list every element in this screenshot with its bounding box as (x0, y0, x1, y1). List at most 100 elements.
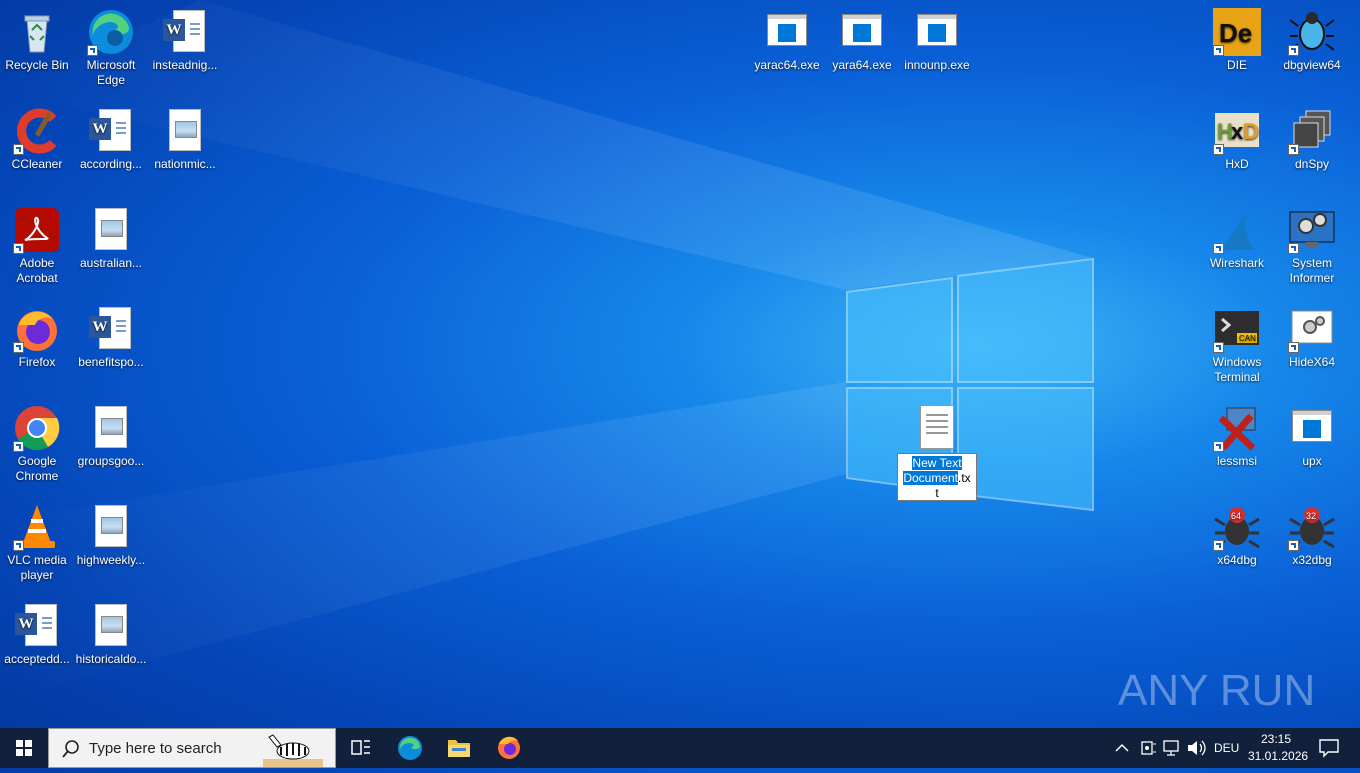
image-file-icon (161, 107, 209, 155)
desktop-icon-die[interactable]: De DIE (1200, 8, 1274, 73)
desktop-icon-x32dbg[interactable]: 32 x32dbg (1275, 503, 1349, 568)
tray-clock-time[interactable]: 23:15 (1261, 732, 1291, 746)
new-text-document-icon-wrap[interactable] (900, 405, 974, 449)
desktop-icon-yarac64[interactable]: yarac64.exe (750, 8, 824, 73)
desktop-icon-firefox[interactable]: Firefox (0, 305, 74, 370)
word-doc-icon: W (13, 602, 61, 650)
edge-icon (398, 736, 422, 760)
anyrun-watermark: ANY RUN (1118, 655, 1318, 726)
desktop-icon-microsoft-edge[interactable]: Microsoft Edge (74, 8, 148, 88)
watermark-text: ANY RUN (1118, 666, 1315, 715)
desktop-icon-lessmsi[interactable]: lessmsi (1200, 404, 1274, 469)
system-informer-icon (1288, 206, 1336, 254)
svg-text:32: 32 (1306, 511, 1316, 521)
desktop-icon-system-informer[interactable]: System Informer (1275, 206, 1349, 286)
exe-icon (763, 8, 811, 56)
exe-icon (913, 8, 961, 56)
rename-selected-text: New Text Document (903, 456, 962, 485)
tray-show-hidden-icons-button[interactable] (1110, 728, 1134, 768)
desktop-icon-windows-terminal[interactable]: CAN Windows Terminal (1200, 305, 1274, 385)
tray-network-button[interactable] (1160, 728, 1184, 768)
lessmsi-icon (1213, 404, 1261, 452)
desktop-icon-google-chrome[interactable]: Google Chrome (0, 404, 74, 484)
search-placeholder: Type here to search (89, 740, 222, 757)
exe-icon (1288, 404, 1336, 452)
desktop-icon-adobe-acrobat[interactable]: Adobe Acrobat (0, 206, 74, 286)
desktop-icon-innounp[interactable]: innounp.exe (900, 8, 974, 73)
desktop-icon-hidex64[interactable]: HideX64 (1275, 305, 1349, 370)
network-icon (1163, 740, 1179, 756)
word-doc-icon: W (87, 107, 135, 155)
taskbar-file-explorer-button[interactable] (435, 728, 483, 768)
desktop-icon-insteadnig[interactable]: W insteadnig... (148, 8, 222, 73)
svg-text:CAN: CAN (1239, 334, 1256, 343)
ccleaner-icon (13, 107, 61, 155)
desktop-icon-upx[interactable]: upx (1275, 404, 1349, 469)
image-file-icon (87, 602, 135, 650)
volume-icon (1188, 740, 1206, 756)
start-button[interactable] (0, 728, 48, 768)
desktop-icon-australian[interactable]: australian... (74, 206, 148, 271)
windows-start-icon (16, 740, 32, 756)
desktop-icon-wireshark[interactable]: Wireshark (1200, 206, 1274, 271)
word-doc-icon: W (161, 8, 209, 56)
tray-volume-button[interactable] (1184, 728, 1208, 768)
desktop-icon-highweekly[interactable]: highweekly... (74, 503, 148, 568)
tray-language[interactable]: DEU (1214, 741, 1239, 755)
desktop-icon-according[interactable]: W according... (74, 107, 148, 172)
desktop-icon-vlc[interactable]: VLC media player (0, 503, 74, 583)
taskbar: Type here to search DEU 23:15 31.01.2026 (0, 728, 1360, 768)
desktop-icon-ccleaner[interactable]: CCleaner (0, 107, 74, 172)
rename-ext-wrap: t (935, 486, 939, 500)
x32dbg-icon: 32 (1288, 503, 1336, 551)
rename-ext-part: .tx (958, 471, 971, 485)
chevron-up-icon (1115, 743, 1129, 752)
desktop-icon-x64dbg[interactable]: 64 x64dbg (1200, 503, 1274, 568)
taskbar-firefox-button[interactable] (485, 728, 533, 768)
notification-center-button[interactable] (1306, 728, 1354, 768)
tray-device-button[interactable] (1136, 728, 1160, 768)
rename-textbox[interactable]: New Text Document.tx t (897, 453, 977, 501)
firefox-icon (498, 736, 520, 759)
desktop-icon-recycle-bin[interactable]: Recycle Bin (0, 8, 74, 73)
desktop-icon-yara64[interactable]: yara64.exe (825, 8, 899, 73)
desktop-icon-historicaldo[interactable]: historicaldo... (74, 602, 148, 667)
taskbar-edge-button[interactable] (386, 728, 434, 768)
svg-text:64: 64 (1231, 511, 1241, 521)
chrome-icon (13, 404, 61, 452)
exe-icon (838, 8, 886, 56)
tray-clock-date[interactable]: 31.01.2026 (1248, 749, 1308, 763)
desktop-icon-acceptedd[interactable]: W acceptedd... (0, 602, 74, 667)
word-doc-icon: W (87, 305, 135, 353)
image-file-icon (87, 404, 135, 452)
desktop-icon-dbgview64[interactable]: dbgview64 (1275, 8, 1349, 73)
hidex-icon (1288, 305, 1336, 353)
dbgview-icon (1288, 8, 1336, 56)
die-icon: De (1213, 8, 1261, 56)
image-file-icon (87, 503, 135, 551)
desktop-icon-nationmic[interactable]: nationmic... (148, 107, 222, 172)
edge-icon (87, 8, 135, 56)
search-icon (62, 740, 79, 758)
device-icon (1141, 741, 1156, 755)
image-file-icon (87, 206, 135, 254)
folder-icon (448, 740, 470, 757)
acrobat-icon (13, 206, 61, 254)
recycle-bin-icon (13, 8, 61, 56)
svg-text:D: D (1243, 119, 1259, 144)
hxd-icon: HxD (1213, 107, 1261, 155)
desktop-icon-hxd[interactable]: HxD HxD (1200, 107, 1274, 172)
text-file-icon (920, 405, 954, 449)
x64dbg-icon: 64 (1213, 503, 1261, 551)
desktop-icon-benefitspo[interactable]: W benefitspo... (74, 305, 148, 370)
zebra-illustration-icon (263, 734, 323, 767)
desktop-icon-dnspy[interactable]: dnSpy (1275, 107, 1349, 172)
vlc-icon (13, 503, 61, 551)
notification-icon (1319, 739, 1339, 758)
taskbar-search-box[interactable]: Type here to search (48, 728, 336, 768)
desktop-icon-groupsgoo[interactable]: groupsgoo... (74, 404, 148, 469)
task-view-button[interactable] (336, 728, 384, 768)
task-view-icon (351, 740, 370, 755)
svg-text:De: De (1219, 18, 1252, 48)
dnspy-icon (1288, 107, 1336, 155)
